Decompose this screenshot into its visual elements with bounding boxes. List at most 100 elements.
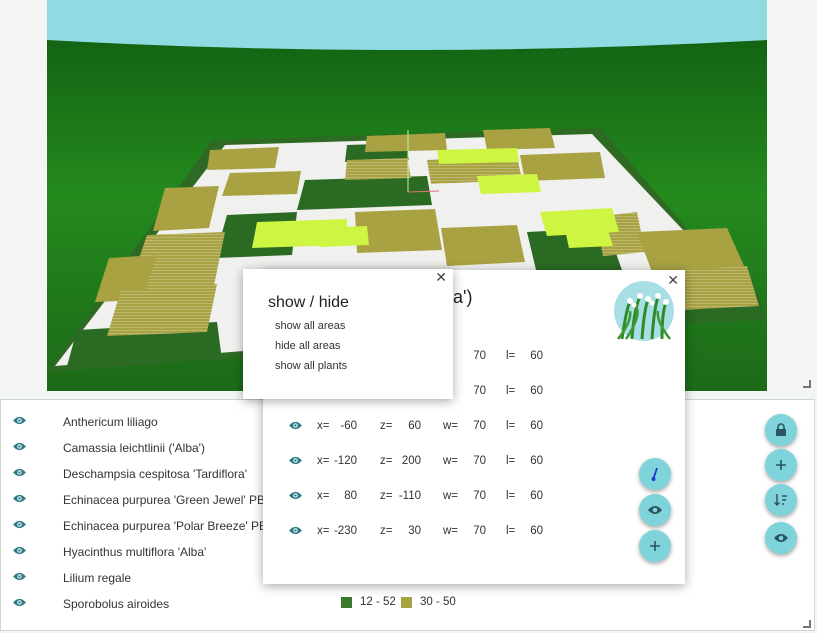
area-row: x= 80 z= -110 w= 70 l= 60 <box>263 487 563 507</box>
l-label: l= <box>506 385 516 397</box>
w-value[interactable]: 70 <box>470 525 486 537</box>
l-label: l= <box>506 525 516 537</box>
l-value[interactable]: 60 <box>527 455 543 467</box>
legend-label: 30 - 50 <box>420 596 456 608</box>
eye-icon <box>13 520 26 529</box>
area-visibility-toggle[interactable] <box>288 420 303 431</box>
legend-label: 12 - 52 <box>360 596 396 608</box>
area-lime <box>317 226 369 247</box>
area-lime <box>477 174 541 194</box>
area-lime <box>565 228 613 248</box>
x-value[interactable]: 80 <box>333 490 357 502</box>
edit-button[interactable] <box>639 458 671 490</box>
legend-swatch <box>341 596 352 608</box>
l-value[interactable]: 60 <box>527 420 543 432</box>
show-all-plants-link[interactable]: show all plants <box>275 360 347 372</box>
area-row: x= -230 z= 30 w= 70 l= 60 <box>263 522 563 542</box>
w-value[interactable]: 70 <box>470 350 486 362</box>
z-value[interactable]: 200 <box>393 455 421 467</box>
lock-icon <box>776 423 786 436</box>
legend-swatch <box>401 596 412 608</box>
lock-button[interactable] <box>765 414 797 446</box>
w-value[interactable]: 70 <box>470 490 486 502</box>
plant-name: Sporobolus airoides <box>63 597 170 611</box>
plant-list-item[interactable]: Echinacea purpurea 'Polar Breeze' PBR <box>1 513 301 539</box>
show-all-areas-link[interactable]: show all areas <box>275 320 345 332</box>
sort-icon <box>773 494 787 507</box>
l-value[interactable]: 60 <box>527 385 543 397</box>
panel-resize-handle[interactable] <box>803 620 811 628</box>
sort-button[interactable] <box>765 484 797 516</box>
l-value[interactable]: 60 <box>527 525 543 537</box>
l-value[interactable]: 60 <box>527 490 543 502</box>
x-label: x= <box>317 420 330 432</box>
visibility-toggle[interactable] <box>12 493 27 504</box>
x-label: x= <box>317 525 330 537</box>
area-visibility-toggle[interactable] <box>288 525 303 536</box>
eye-icon <box>13 442 26 451</box>
plant-list-item[interactable]: Deschampsia cespitosa 'Tardiflora' <box>1 461 301 487</box>
w-value[interactable]: 70 <box>470 455 486 467</box>
plant-name: Hyacinthus multiflora 'Alba' <box>63 545 207 559</box>
z-value[interactable]: 30 <box>393 525 421 537</box>
visibility-toggle[interactable] <box>12 519 27 530</box>
area-olive <box>222 171 301 196</box>
plant-list-item[interactable]: Lilium regale <box>1 565 301 591</box>
show-hide-popup: ✕ show / hide show all areas hide all ar… <box>243 269 453 399</box>
visibility-toggle[interactable] <box>12 441 27 452</box>
area-hatched <box>107 284 217 336</box>
popup-title: show / hide <box>268 294 349 311</box>
area-visibility-toggle[interactable] <box>288 490 303 501</box>
eye-icon <box>648 506 662 514</box>
hide-all-areas-link[interactable]: hide all areas <box>275 340 340 352</box>
legend-item-height-1: 12 - 52 <box>341 596 396 608</box>
add-area-button[interactable] <box>639 530 671 562</box>
l-label: l= <box>506 455 516 467</box>
w-value[interactable]: 70 <box>470 385 486 397</box>
sky <box>47 0 767 50</box>
view-resize-handle[interactable] <box>803 380 811 388</box>
plant-list-item[interactable]: Sporobolus airoides <box>1 591 301 617</box>
x-value[interactable]: -120 <box>333 455 357 467</box>
add-plant-button[interactable] <box>765 449 797 481</box>
l-label: l= <box>506 350 516 362</box>
x-value[interactable]: -60 <box>333 420 357 432</box>
visibility-toggle-button[interactable] <box>765 522 797 554</box>
plant-list-item[interactable]: Echinacea purpurea 'Green Jewel' PBR <box>1 487 301 513</box>
w-label: w= <box>443 420 459 432</box>
plant-list-item[interactable]: Camassia leichtlinii ('Alba') <box>1 435 301 461</box>
eye-icon <box>13 598 26 607</box>
w-label: w= <box>443 490 459 502</box>
area-visibility-toggle[interactable] <box>288 455 303 466</box>
area-row: x= -120 z= 200 w= 70 l= 60 <box>263 452 563 472</box>
visibility-toggle[interactable] <box>12 597 27 608</box>
x-value[interactable]: -230 <box>333 525 357 537</box>
eye-icon <box>13 572 26 581</box>
w-label: w= <box>443 525 459 537</box>
w-value[interactable]: 70 <box>470 420 486 432</box>
plant-name: Lilium regale <box>63 571 132 585</box>
area-olive <box>207 147 279 170</box>
close-popup-button[interactable]: ✕ <box>435 269 447 286</box>
plant-list-item[interactable]: Hyacinthus multiflora 'Alba' <box>1 539 301 565</box>
z-value[interactable]: 60 <box>393 420 421 432</box>
z-label: z= <box>380 455 393 467</box>
area-hatched <box>345 158 411 180</box>
plant-name: Camassia leichtlinii ('Alba') <box>63 441 205 455</box>
toggle-areas-visibility-button[interactable] <box>639 494 671 526</box>
visibility-toggle[interactable] <box>12 467 27 478</box>
plant-name: Echinacea purpurea 'Polar Breeze' PBR <box>63 519 276 533</box>
plant-list-item[interactable]: Anthericum liliago <box>1 409 301 435</box>
area-olive <box>441 225 525 266</box>
l-value[interactable]: 60 <box>527 350 543 362</box>
visibility-toggle[interactable] <box>12 545 27 556</box>
eye-icon <box>13 468 26 477</box>
l-label: l= <box>506 420 516 432</box>
z-value[interactable]: -110 <box>393 490 421 502</box>
plant-thumbnail <box>614 281 674 341</box>
visibility-toggle[interactable] <box>12 571 27 582</box>
x-label: x= <box>317 490 330 502</box>
plant-name: Anthericum liliago <box>63 415 158 429</box>
plant-name: Deschampsia cespitosa 'Tardiflora' <box>63 467 247 481</box>
visibility-toggle[interactable] <box>12 415 27 426</box>
